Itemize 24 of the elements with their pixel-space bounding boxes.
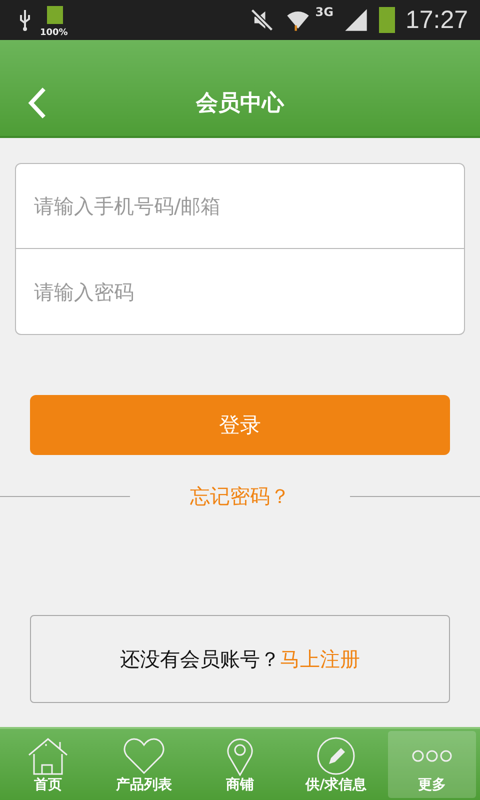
battery-icon [47,6,63,24]
home-icon [26,736,70,776]
battery-icon [379,7,396,33]
input-field[interactable]: 请输入密码 [15,249,465,335]
nav-tab[interactable]: 产品列表 [100,731,188,798]
heart-icon [122,736,166,776]
page-title: 会员中心 [196,90,284,118]
mute-icon [249,7,276,33]
register-prompt: 还没有会员账号？ [120,646,280,672]
register-link[interactable]: 马上注册 [280,646,360,672]
usb-icon [18,9,32,31]
input-field[interactable]: 请输入手机号码/邮箱 [15,163,465,249]
nav-tab[interactable]: 商铺 [196,731,284,798]
network-type: 3G [315,5,334,19]
forgot-password-link[interactable]: 忘记密码？ [130,483,350,510]
nav-tab[interactable]: 更多 [388,731,476,798]
nav-tab[interactable]: 首页 [4,731,92,798]
signal-icon [343,7,370,33]
nav-tab[interactable]: 供/求信息 [292,731,380,798]
battery-percent: 100% [40,28,68,38]
back-icon[interactable] [26,86,48,120]
login-button[interactable]: 登录 [30,395,450,455]
clock: 17:27 [405,6,468,34]
more-icon [412,750,452,762]
